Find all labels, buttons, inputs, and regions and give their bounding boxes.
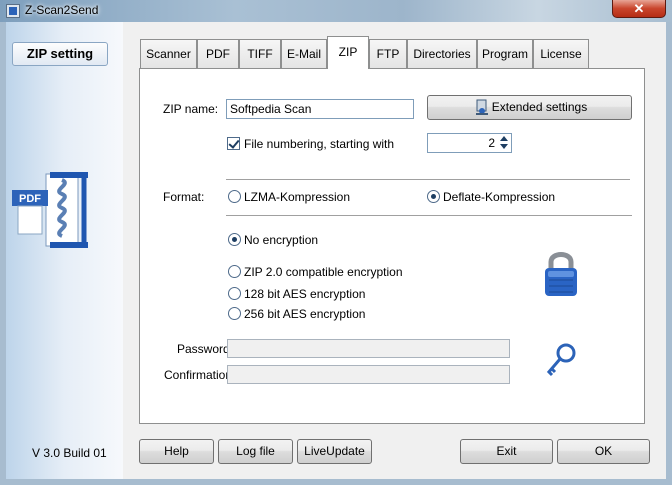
password-label: Password: xyxy=(177,342,234,356)
tab-ftp[interactable]: FTP xyxy=(369,39,407,68)
encryption-aes256-radio[interactable] xyxy=(228,307,241,320)
close-button[interactable]: ✕ xyxy=(612,0,666,18)
extended-settings-button[interactable]: Extended settings xyxy=(427,95,632,120)
encryption-none-label: No encryption xyxy=(244,233,319,247)
pdf-badge-label: PDF xyxy=(19,193,41,205)
tab-scanner[interactable]: Scanner xyxy=(140,39,197,68)
tab-tiff[interactable]: TIFF xyxy=(239,39,281,68)
key-icon xyxy=(546,343,576,377)
encryption-aes256-label: 256 bit AES encryption xyxy=(244,307,366,321)
stepper-down-icon[interactable] xyxy=(500,144,508,149)
liveupdate-button[interactable]: LiveUpdate xyxy=(297,439,372,464)
encryption-aes128-radio[interactable] xyxy=(228,287,241,300)
format-lzma-radio[interactable] xyxy=(228,190,241,203)
exit-button[interactable]: Exit xyxy=(460,439,553,464)
lock-icon xyxy=(545,252,577,296)
tab-directories[interactable]: Directories xyxy=(407,39,477,68)
settings-icon xyxy=(476,99,488,115)
help-button[interactable]: Help xyxy=(139,439,214,464)
password-input[interactable] xyxy=(227,339,510,358)
file-numbering-label: File numbering, starting with xyxy=(244,137,395,151)
format-deflate-label: Deflate-Kompression xyxy=(443,190,556,204)
tab-license[interactable]: License xyxy=(533,39,589,68)
confirmation-label: Confirmation: xyxy=(164,368,236,382)
encryption-zip20-radio[interactable] xyxy=(228,265,241,278)
divider xyxy=(226,215,632,217)
format-deflate-radio[interactable] xyxy=(427,190,440,203)
version-label: V 3.0 Build 01 xyxy=(32,446,107,460)
section-header: ZIP setting xyxy=(12,42,108,66)
format-label: Format: xyxy=(163,190,205,204)
title-bar[interactable]: Z-Scan2Send xyxy=(0,0,672,22)
extended-settings-label: Extended settings xyxy=(491,100,588,114)
file-numbering-checkbox[interactable] xyxy=(227,137,240,150)
divider xyxy=(226,179,630,181)
tab-zip[interactable]: ZIP xyxy=(327,36,369,69)
ok-button[interactable]: OK xyxy=(557,439,650,464)
app-icon xyxy=(6,4,20,18)
stepper-up-icon[interactable] xyxy=(500,136,508,141)
encryption-none-radio[interactable] xyxy=(228,233,241,246)
tab-program[interactable]: Program xyxy=(477,39,533,68)
start-number-stepper[interactable] xyxy=(498,134,511,152)
confirmation-input[interactable] xyxy=(227,365,510,384)
zip-name-label: ZIP name: xyxy=(163,102,219,116)
encryption-zip20-label: ZIP 2.0 compatible encryption xyxy=(244,265,403,279)
log-file-button[interactable]: Log file xyxy=(218,439,293,464)
left-panel xyxy=(6,22,123,479)
tab-email[interactable]: E-Mail xyxy=(281,39,327,68)
zip-name-input[interactable]: Softpedia Scan xyxy=(226,99,414,119)
encryption-aes128-label: 128 bit AES encryption xyxy=(244,287,366,301)
pdf-compress-icon: PDF xyxy=(12,172,88,248)
tab-pdf[interactable]: PDF xyxy=(197,39,239,68)
window-title: Z-Scan2Send xyxy=(25,3,99,17)
format-lzma-label: LZMA-Kompression xyxy=(244,190,351,204)
